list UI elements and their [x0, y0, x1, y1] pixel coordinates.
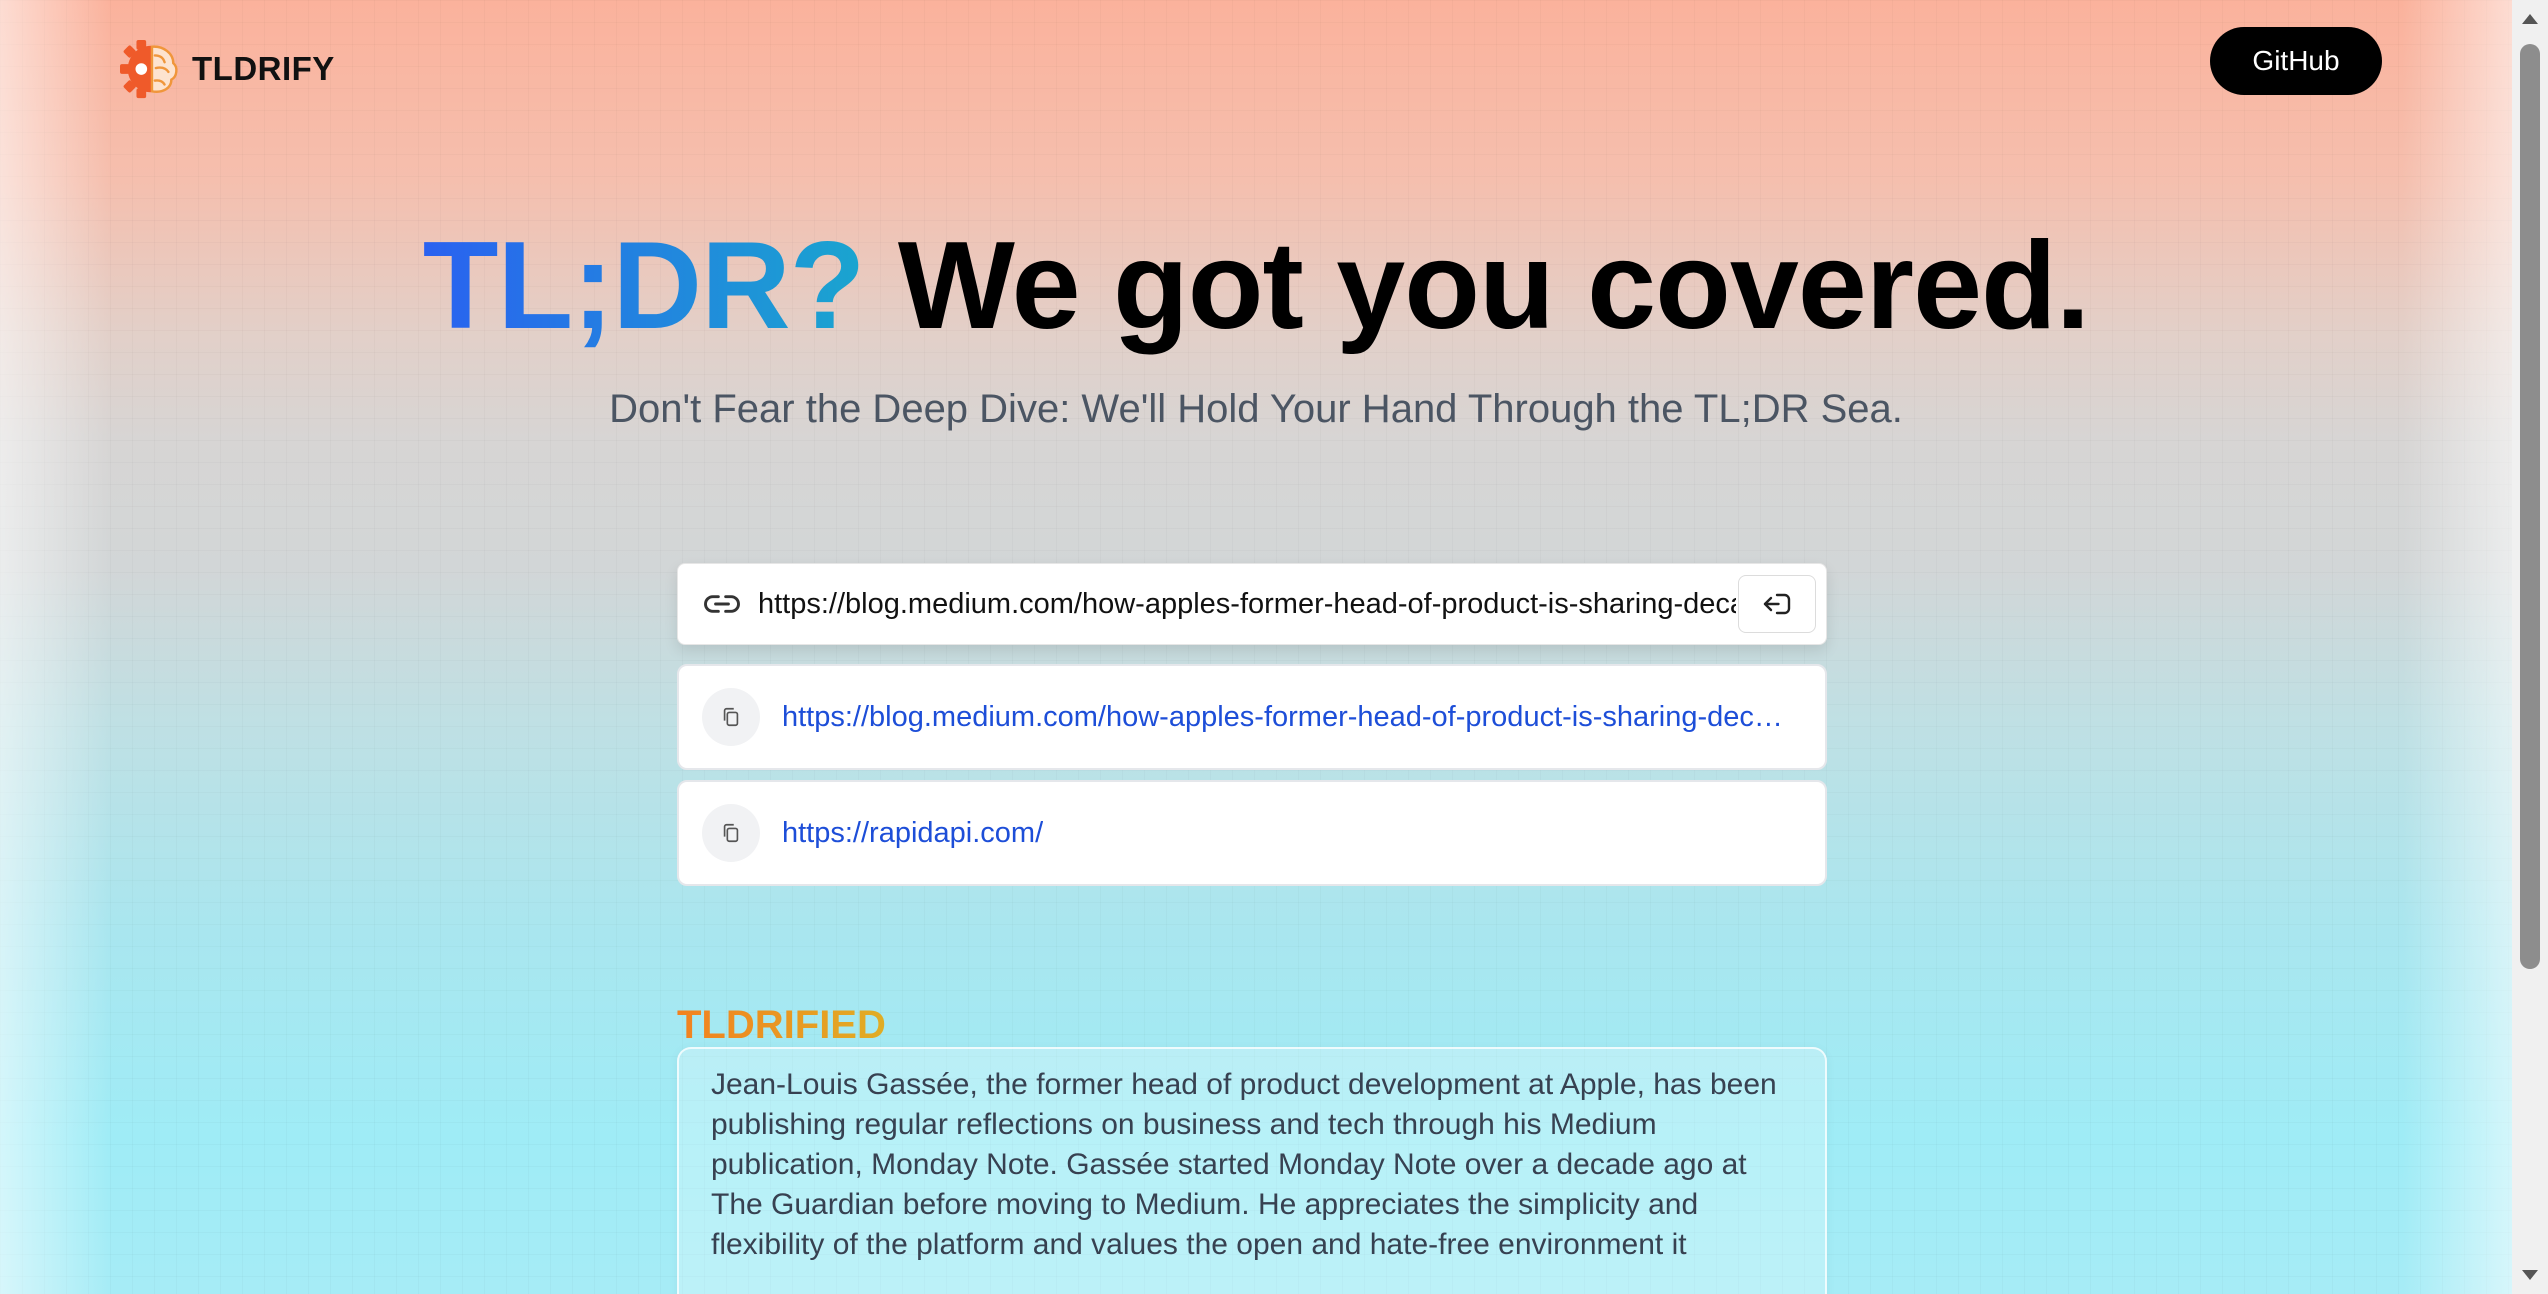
enter-icon [1763, 593, 1791, 615]
hero-title-rest: We got you covered. [897, 217, 2090, 355]
url-input[interactable] [756, 573, 1738, 635]
scroll-up-arrow-icon[interactable] [2522, 14, 2538, 24]
scrollbar[interactable] [2512, 0, 2548, 1294]
submit-button[interactable] [1738, 575, 1816, 633]
hero-subtitle: Don't Fear the Deep Dive: We'll Hold You… [609, 387, 1903, 431]
copy-icon [723, 707, 739, 727]
link-icon [704, 595, 740, 613]
hero-title-accent: TL;DR? [422, 217, 866, 355]
copy-icon [723, 823, 739, 843]
github-button[interactable]: GitHub [2210, 27, 2382, 95]
background-fade-right [2402, 0, 2512, 1294]
history-item: https://blog.medium.com/how-apples-forme… [677, 664, 1827, 770]
history-link[interactable]: https://rapidapi.com/ [782, 817, 1043, 850]
scrollbar-thumb[interactable] [2520, 44, 2540, 969]
hero-title: TL;DR? We got you covered. [0, 215, 2512, 357]
summary-text: Jean-Louis Gassée, the former head of pr… [711, 1068, 1777, 1261]
page-background: TLDRIFY GitHub TL;DR? We got you covered… [0, 0, 2512, 1294]
hero: TL;DR? We got you covered. Don't Fear th… [0, 215, 2512, 432]
copy-button[interactable] [702, 804, 760, 862]
brain-gear-icon [120, 39, 178, 99]
logo[interactable]: TLDRIFY [120, 38, 335, 100]
background-fade-left [0, 0, 110, 1294]
copy-button[interactable] [702, 688, 760, 746]
history-link[interactable]: https://blog.medium.com/how-apples-forme… [782, 701, 1799, 734]
summary-card: Jean-Louis Gassée, the former head of pr… [677, 1047, 1827, 1294]
scroll-down-arrow-icon[interactable] [2522, 1270, 2538, 1280]
history-item: https://rapidapi.com/ [677, 780, 1827, 886]
url-search-bar [677, 563, 1827, 645]
logo-text: TLDRIFY [192, 50, 335, 87]
result-title: TLDRIFIED [677, 1003, 886, 1048]
